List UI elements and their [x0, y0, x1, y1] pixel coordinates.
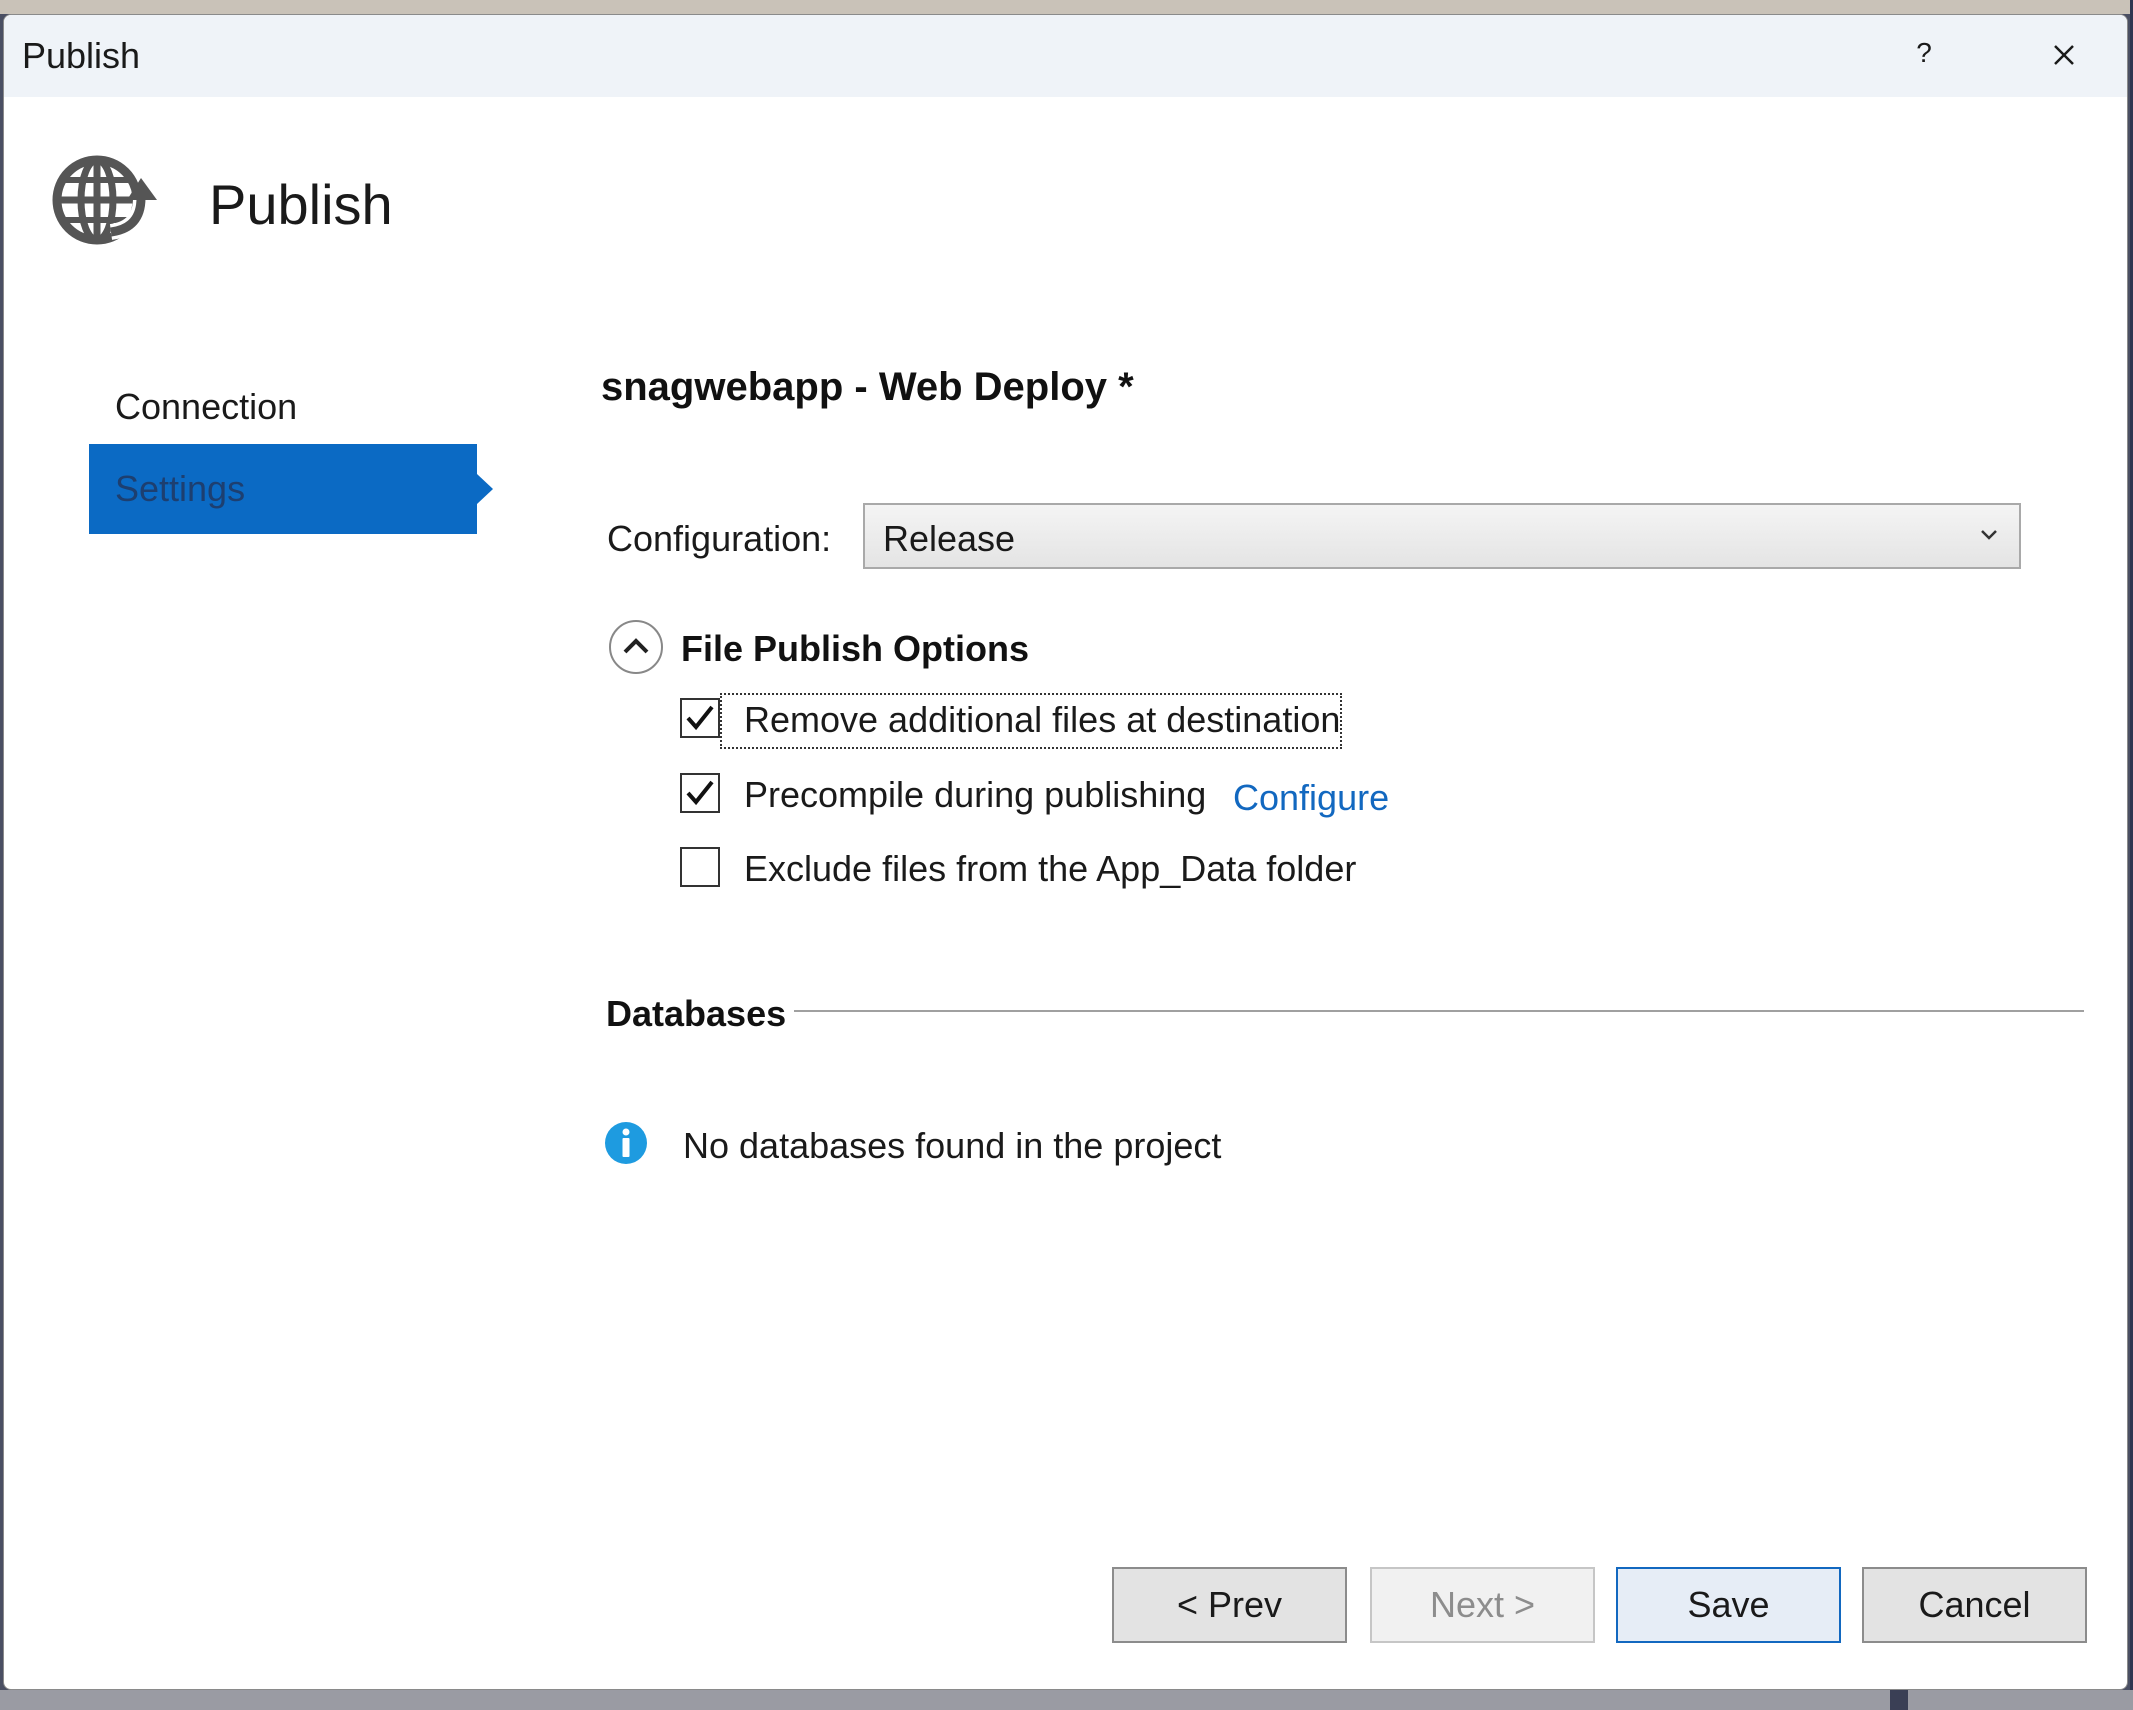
prev-button[interactable]: < Prev: [1112, 1567, 1347, 1643]
background-tab: [1890, 1690, 1908, 1710]
close-button[interactable]: [2042, 33, 2086, 77]
nav-item-settings[interactable]: Settings: [89, 444, 477, 534]
title-bar: Publish ?: [4, 15, 2127, 97]
file-publish-options-title: File Publish Options: [681, 628, 1030, 669]
remove-files-checkbox[interactable]: [680, 698, 720, 738]
remove-files-label[interactable]: Remove additional files at destination: [744, 699, 1340, 741]
precompile-checkbox[interactable]: [680, 773, 720, 813]
profile-title: snagwebapp - Web Deploy *: [601, 365, 1134, 409]
no-databases-message: No databases found in the project: [683, 1125, 1222, 1166]
next-button[interactable]: Next >: [1370, 1567, 1595, 1643]
precompile-label[interactable]: Precompile during publishing: [744, 774, 1206, 816]
window-title: Publish: [22, 35, 141, 76]
background-window-strip: [0, 0, 2133, 14]
publish-dialog: Publish ? Publish Connection Settings sn…: [3, 14, 2128, 1690]
collapse-file-publish-options-button[interactable]: [608, 619, 664, 675]
globe-publish-icon: [49, 150, 164, 250]
exclude-app-data-label[interactable]: Exclude files from the App_Data folder: [744, 848, 1356, 890]
configure-link[interactable]: Configure: [1233, 777, 1389, 819]
exclude-app-data-checkbox[interactable]: [680, 847, 720, 887]
configuration-value: Release: [883, 518, 1016, 559]
background-taskbar: [0, 1690, 2133, 1710]
page-title: Publish: [209, 173, 393, 236]
configuration-label: Configuration:: [607, 518, 832, 559]
databases-divider: [794, 1010, 2084, 1012]
chevron-down-icon: [1981, 530, 1997, 540]
cancel-button[interactable]: Cancel: [1862, 1567, 2087, 1643]
help-button[interactable]: ?: [1904, 33, 1944, 73]
checkmark-icon: [686, 705, 714, 731]
info-icon: [604, 1121, 648, 1165]
close-icon: [2054, 45, 2074, 65]
nav-selected-indicator: [477, 474, 493, 504]
chevron-up-icon: [609, 620, 663, 674]
checkmark-icon: [686, 780, 714, 806]
databases-title: Databases: [606, 993, 787, 1034]
save-button[interactable]: Save: [1616, 1567, 1841, 1643]
nav-item-connection[interactable]: Connection: [89, 362, 479, 452]
configuration-dropdown[interactable]: Release: [863, 503, 2021, 569]
